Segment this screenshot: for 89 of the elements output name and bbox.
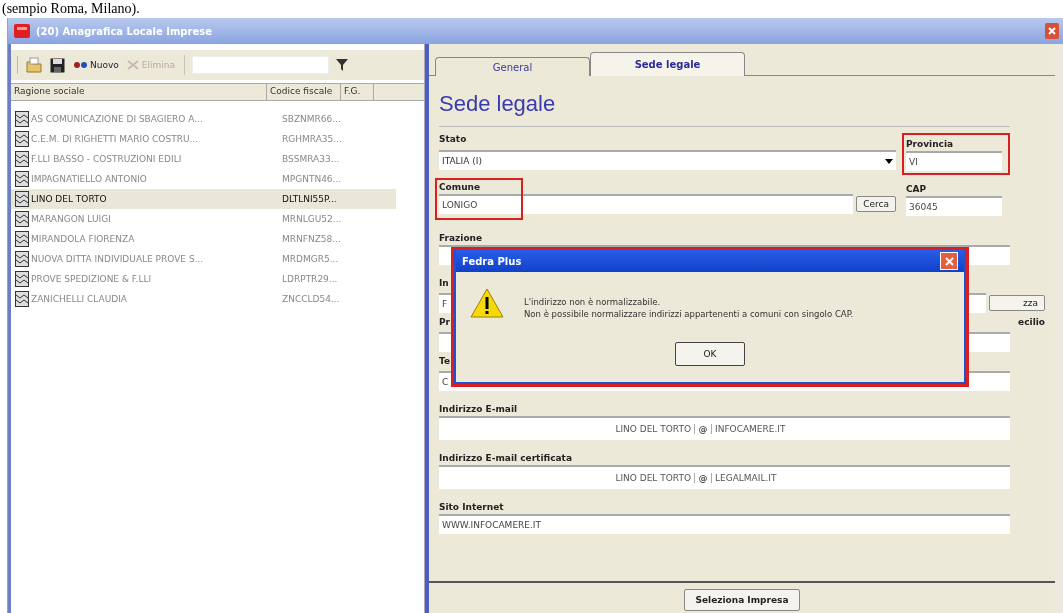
list-row[interactable]: NUOVA DITTA INDIVIDUALE PROVE S... MRDMGR5... [11,249,396,269]
table-cell-text: RGHMRA35... [281,134,343,144]
table-cell-text: MPGNTN46... [281,174,343,184]
new-button[interactable]: Nuovo [71,59,121,71]
table-cell-text: NUOVA DITTA INDIVIDUALE PROVE S... [30,254,205,264]
company-icon [15,151,29,167]
table-cell-text: MARANGON LUIGI [30,214,112,224]
list-row[interactable]: IMPAGNATIELLO ANTONIO MPGNTN46... [11,169,396,189]
close-icon [944,256,954,266]
cross-icon [126,60,139,70]
window-title: (20) Anagrafica Locale Imprese [36,25,212,37]
country-dropdown[interactable]: ITALIA (I) [439,150,896,170]
filter-icon [334,58,349,72]
double-dot-icon [73,61,87,69]
list-row[interactable]: F.LLI BASSO - COSTRUZIONI EDILI BSSMRA33... [11,149,396,169]
close-button[interactable] [940,252,958,270]
table-cell-text: C.E.M. DI RIGHETTI MARIO COSTRU... [30,134,200,144]
list-row[interactable]: AS COMUNICAZIONE DI SBAGIERO A... SBZNMR66... [11,109,396,129]
list-row[interactable]: C.E.M. DI RIGHETTI MARIO COSTRU... RGHMRA35... [11,129,396,149]
tab[interactable]: General [435,57,590,76]
field-label: Te [439,355,451,368]
field-label: ecilio [1018,316,1045,329]
close-icon [1048,27,1056,35]
table-cell-text: MRDMGR5... [281,254,340,264]
list-row[interactable]: LINO DEL TORTO DLTLNI55P... [11,189,396,209]
company-icon [15,291,29,307]
list-row[interactable]: PROVE SPEDIZIONE & F.LLI LDRPTR29... [11,269,396,289]
list-row[interactable]: ZANICHELLI CLAUDIA ZNCCLD54... [11,289,396,309]
field-label: Pr [439,316,451,329]
table-cell-text: ZANICHELLI CLAUDIA [30,294,128,304]
company-icon [15,271,29,287]
text-field[interactable]: VI [906,151,1002,171]
text-field[interactable]: WWW.INFOCAMERE.IT [439,514,1010,534]
splitter[interactable] [424,44,429,613]
field-label: In [439,277,449,290]
table-cell-text: MRNFNZ58... [281,234,342,244]
email-field[interactable]: LINO DEL TORTO @ INFOCAMERE.IT [439,416,1010,440]
search-button[interactable]: Cerca [856,196,896,212]
email-field[interactable]: LINO DEL TORTO @ LEGALMAIL.IT [439,465,1010,489]
select-company-button[interactable]: Seleziona Impresa [684,589,800,611]
warning-icon [470,288,504,318]
field-label: Comune [439,181,481,194]
column-header[interactable]: Ragione sociale [11,84,267,100]
table-cell-text: SBZNMR66... [281,114,342,124]
dialog-title: Fedra Plus [462,255,522,267]
company-icon [15,111,29,127]
table-cell-text: ZNCCLD54... [281,294,341,304]
field-label: Stato [439,133,467,146]
field-label: Indirizzo E-mail certificata [439,452,572,465]
save-button[interactable] [48,56,67,74]
app-icon [14,24,30,38]
field-label: Frazione [439,232,483,245]
text-field[interactable]: LONIGO [439,194,854,214]
field-label: Sito Internet [439,501,504,514]
table-cell-text: MRNLGU52... [281,214,343,224]
table-cell-text: MIRANDOLA FIORENZA [30,234,136,244]
table-cell-text: DLTLNI55P... [281,194,338,204]
table-cell-text: IMPAGNATIELLO ANTONIO [30,174,148,184]
company-icon [15,251,29,267]
message-text: Non è possibile normalizzare indirizzi appartenenti a comuni con singolo CAP. [524,308,854,320]
field-label: Provincia [906,138,954,151]
table-cell-text: F.LLI BASSO - COSTRUZIONI EDILI [30,154,183,164]
close-button[interactable] [1045,23,1059,39]
table-cell-text: BSSMRA33... [281,154,341,164]
company-icon [15,171,29,187]
tab[interactable]: Sede legale [590,52,745,76]
table-cell-text: LDRPTR29... [281,274,339,284]
field-label: Indirizzo E-mail [439,403,518,416]
section-heading: Sede legale [439,90,557,118]
company-icon [15,191,29,207]
normalize-button[interactable]: zza [989,295,1045,311]
table-cell-text: PROVE SPEDIZIONE & F.LLI [30,274,153,284]
text-field[interactable]: 36045 [906,196,1002,216]
company-icon [15,211,29,227]
ok-button[interactable]: OK [675,342,745,366]
column-header[interactable]: F.G. [341,84,374,100]
list-row[interactable]: MARANGON LUIGI MRNLGU52... [11,209,396,229]
field-label: CAP [906,183,927,196]
folder-icon [26,57,42,73]
company-icon [15,131,29,147]
column-header[interactable]: Codice fiscale [267,84,341,100]
search-field[interactable] [191,56,329,74]
company-icon [15,231,29,247]
table-cell-text: AS COMUNICAZIONE DI SBAGIERO A... [30,114,204,124]
message-text: L'indirizzo non è normalizzabile. [524,296,662,308]
caption-text: (sempio Roma, Milano). [1,0,141,18]
dropdown-arrow-icon [885,158,893,164]
list-row[interactable]: MIRANDOLA FIORENZA MRNFNZ58... [11,229,396,249]
table-cell-text: LINO DEL TORTO [30,194,108,204]
